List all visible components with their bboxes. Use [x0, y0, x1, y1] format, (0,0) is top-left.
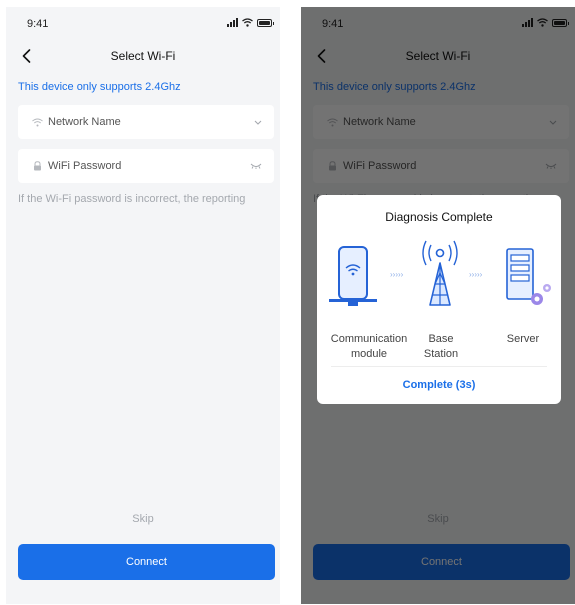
status-bar: 9:41: [6, 7, 280, 41]
wifi-icon: [30, 118, 44, 127]
diagnosis-illustration: ››››› ›››››: [329, 240, 551, 306]
dialog-divider: [331, 366, 547, 367]
wifi-password-input[interactable]: [48, 160, 248, 172]
page-title: Select Wi-Fi: [110, 49, 176, 63]
label-communication-module: Communication module: [330, 333, 408, 360]
svg-text:›››››: ›››››: [390, 270, 404, 279]
lock-icon: [30, 161, 44, 171]
status-icons: [227, 18, 274, 27]
network-name-field[interactable]: [18, 105, 274, 139]
status-time: 9:41: [27, 18, 49, 30]
screen-diagnosis: 9:41 Select Wi-Fi This device only suppo…: [301, 7, 575, 604]
gear-icon: [531, 284, 551, 305]
label-server: Server: [506, 333, 540, 345]
label-base-station: Base Station: [423, 333, 459, 360]
network-name-input[interactable]: [48, 116, 248, 128]
connect-button[interactable]: Connect: [18, 544, 275, 580]
skip-link[interactable]: Skip: [6, 513, 280, 525]
signal-icon: [227, 18, 238, 27]
frequency-notice: This device only supports 2.4Ghz: [18, 81, 181, 93]
screen-select-wifi: 9:41 Select Wi-Fi This device only suppo…: [6, 7, 280, 604]
diagnosis-dialog: Diagnosis Complete ››››› ››››› Communica…: [317, 195, 561, 404]
chevron-down-icon[interactable]: [248, 120, 262, 125]
wifi-icon: [242, 18, 253, 27]
router-icon: [329, 246, 377, 306]
nav-bar: Select Wi-Fi: [6, 43, 280, 69]
eye-closed-icon[interactable]: [248, 163, 262, 169]
battery-icon: [257, 18, 274, 27]
svg-text:›››››: ›››››: [469, 270, 483, 279]
wifi-password-field[interactable]: [18, 149, 274, 183]
password-hint: If the Wi-Fi password is incorrect, the …: [18, 193, 246, 205]
dialog-title: Diagnosis Complete: [385, 210, 493, 224]
complete-button[interactable]: Complete (3s): [317, 374, 561, 396]
server-icon: [506, 248, 534, 300]
antenna-tower-icon: [422, 240, 458, 306]
